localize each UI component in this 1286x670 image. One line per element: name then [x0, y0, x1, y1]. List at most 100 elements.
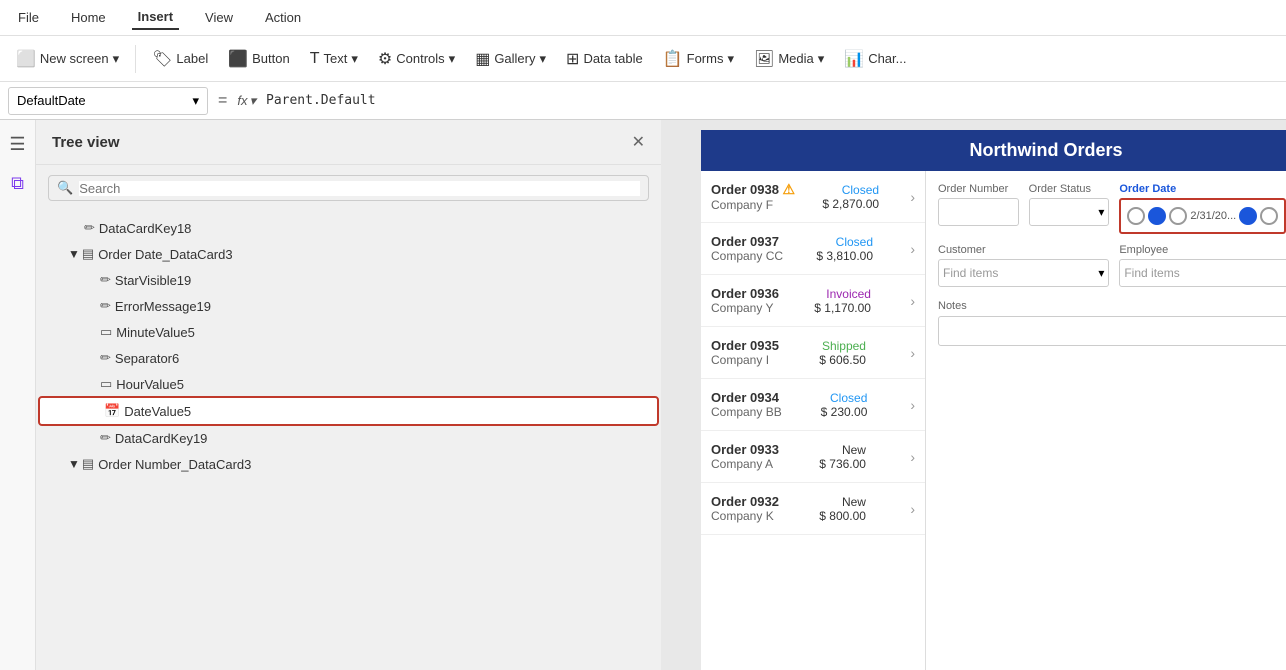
date-control: 2/31/20... — [1125, 205, 1280, 227]
media-button[interactable]: 🖼 Media ▾ — [746, 45, 832, 73]
chevron-0934: › — [910, 397, 915, 413]
label-order-status: Order Status — [1029, 183, 1110, 195]
date-circle-5 — [1260, 207, 1278, 225]
data-table-button[interactable]: ⊞ Data table — [558, 45, 651, 73]
order-num-0936: Order 0936 — [711, 286, 779, 301]
text-label: Text — [324, 51, 348, 66]
forms-button[interactable]: 📋 Forms ▾ — [655, 45, 742, 73]
chart-label: Char... — [868, 51, 906, 66]
input-order-number[interactable] — [938, 198, 1019, 226]
tree-item-errormessage19[interactable]: ✏ ErrorMessage19 — [36, 293, 661, 319]
list-item-0937[interactable]: Order 0937 Company CC Closed $ 3,810.00 … — [701, 223, 925, 275]
tree-item-separator6[interactable]: ✏ Separator6 — [36, 345, 661, 371]
chart-button[interactable]: 📊 Char... — [836, 45, 914, 73]
company-0932: Company K — [711, 509, 779, 523]
label-customer: Customer — [938, 244, 1109, 256]
formula-bar: DefaultDate ▾ = fx ▾ Parent.Default — [0, 82, 1286, 120]
pencil-icon-starvisible: ✏ — [100, 272, 111, 288]
tree-item-datacardkey18[interactable]: ✏ DataCardKey18 — [36, 215, 661, 241]
amount-0936: $ 1,170.00 — [814, 301, 871, 315]
company-0933: Company A — [711, 457, 779, 471]
tree-item-starvisible19[interactable]: ✏ StarVisible19 — [36, 267, 661, 293]
button-button[interactable]: ⬛ Button — [220, 45, 298, 73]
list-item-0933[interactable]: Order 0933 Company A New $ 736.00 › — [701, 431, 925, 483]
select-order-status[interactable]: ▾ — [1029, 198, 1110, 226]
select-employee[interactable]: Find items ▾ — [1119, 259, 1286, 287]
tree-item-ordernumber-datacard3[interactable]: ▼ ▤ Order Number_DataCard3 — [36, 451, 661, 477]
chevron-0936: › — [910, 293, 915, 309]
label-button[interactable]: 🏷 Label — [144, 45, 216, 73]
data-table-icon: ⊞ — [566, 49, 579, 69]
calendar-icon-datevalue: 📅 — [104, 403, 120, 419]
menu-home[interactable]: Home — [65, 6, 112, 29]
tree-item-hourvalue5[interactable]: ▭ HourValue5 — [36, 371, 661, 397]
new-screen-label: New screen — [40, 51, 109, 66]
order-num-0934: Order 0934 — [711, 390, 782, 405]
tree-content: ✏ DataCardKey18 ▼ ▤ Order Date_DataCard3… — [36, 211, 661, 670]
date-circle-1 — [1127, 207, 1145, 225]
hamburger-icon[interactable]: ☰ — [5, 130, 29, 159]
tree-item-datacardkey19[interactable]: ✏ DataCardKey19 — [36, 425, 661, 451]
sidebar-close-button[interactable]: ✕ — [632, 132, 645, 152]
pencil-icon-datacardkey18: ✏ — [84, 220, 95, 236]
collapse-icon-ordernumber: ▼ — [68, 457, 80, 471]
input-order-date[interactable]: 2/31/20... — [1119, 198, 1286, 234]
fx-chevron: ▾ — [249, 93, 256, 109]
list-item-0932[interactable]: Order 0932 Company K New $ 800.00 › — [701, 483, 925, 535]
gallery-icon: ▦ — [475, 49, 490, 69]
menu-action[interactable]: Action — [259, 6, 307, 29]
label-employee: Employee — [1119, 244, 1286, 256]
order-num-0937: Order 0937 — [711, 234, 783, 249]
fx-label: fx ▾ — [237, 93, 256, 109]
formula-value[interactable]: Parent.Default — [262, 93, 1278, 108]
list-item-0938[interactable]: Order 0938 ⚠ Company F Closed $ 2,870.00… — [701, 171, 925, 223]
list-item-0936[interactable]: Order 0936 Company Y Invoiced $ 1,170.00… — [701, 275, 925, 327]
tree-label-hourvalue5: HourValue5 — [116, 377, 184, 392]
order-num-0932: Order 0932 — [711, 494, 779, 509]
left-icon-bar: ☰ ⧉ — [0, 120, 36, 670]
detail-grid: Order Number Order Status ▾ — [938, 183, 1286, 287]
tree-item-minutevalue5[interactable]: ▭ MinuteValue5 — [36, 319, 661, 345]
status-0938: Closed — [822, 183, 879, 197]
gallery-button[interactable]: ▦ Gallery ▾ — [467, 45, 554, 73]
order-info-0937: Order 0937 Company CC — [711, 234, 783, 263]
northwind-app: Northwind Orders Order 0938 ⚠ Company F — [701, 130, 1286, 670]
menu-bar: File Home Insert View Action — [0, 0, 1286, 36]
field-order-status: Order Status ▾ — [1029, 183, 1110, 234]
select-customer[interactable]: Find items ▾ — [938, 259, 1109, 287]
rect-icon-hourvalue: ▭ — [100, 376, 112, 392]
amount-0937: $ 3,810.00 — [816, 249, 873, 263]
tree-item-orderdate-datacard3[interactable]: ▼ ▤ Order Date_DataCard3 — [36, 241, 661, 267]
formula-dropdown[interactable]: DefaultDate ▾ — [8, 87, 208, 115]
tree-label-datevalue5: DateValue5 — [124, 404, 191, 419]
search-input[interactable] — [79, 181, 640, 196]
company-0935: Company I — [711, 353, 779, 367]
tree-label-datacardkey19: DataCardKey19 — [115, 431, 208, 446]
canvas-area: Northwind Orders Order 0938 ⚠ Company F — [661, 120, 1286, 670]
status-0935: Shipped — [819, 339, 866, 353]
app-title: Northwind Orders — [969, 140, 1122, 160]
chevron-0937: › — [910, 241, 915, 257]
list-item-0935[interactable]: Order 0935 Company I Shipped $ 606.50 › — [701, 327, 925, 379]
amount-0934: $ 230.00 — [821, 405, 868, 419]
controls-button[interactable]: ⚙ Controls ▾ — [370, 45, 463, 73]
input-notes[interactable] — [938, 316, 1286, 346]
text-button[interactable]: T Text ▾ — [302, 46, 366, 72]
forms-chevron-icon: ▾ — [727, 51, 734, 67]
company-0938: Company F — [711, 198, 795, 212]
tree-item-datevalue5[interactable]: 📅 DateValue5 — [40, 398, 657, 424]
order-info-0932: Order 0932 Company K — [711, 494, 779, 523]
new-screen-button[interactable]: ⬜ New screen ▾ — [8, 45, 127, 73]
menu-file[interactable]: File — [12, 6, 45, 29]
menu-view[interactable]: View — [199, 6, 239, 29]
separator-1 — [135, 45, 136, 73]
text-icon: T — [310, 50, 320, 68]
gallery-chevron-icon: ▾ — [540, 51, 547, 67]
order-num-0935: Order 0935 — [711, 338, 779, 353]
menu-insert[interactable]: Insert — [132, 5, 179, 30]
list-item-0934[interactable]: Order 0934 Company BB Closed $ 230.00 › — [701, 379, 925, 431]
search-box: 🔍 — [48, 175, 649, 201]
label-order-date: Order Date — [1119, 183, 1286, 195]
layers-icon[interactable]: ⧉ — [7, 169, 28, 198]
label-order-number: Order Number — [938, 183, 1019, 195]
